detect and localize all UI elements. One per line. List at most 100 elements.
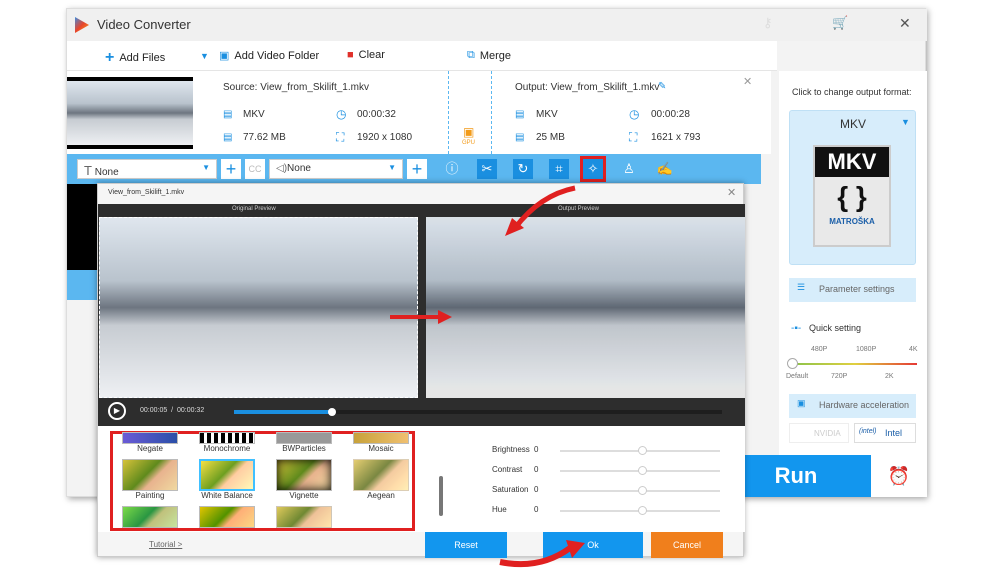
effects-icon[interactable]: ✧	[580, 156, 606, 182]
playback-bar: ▶ 00:00:05 / 00:00:32	[98, 398, 745, 426]
source-size: 77.62 MB	[243, 132, 286, 143]
cut-icon[interactable]: ✂	[477, 159, 497, 179]
effect-white-balance[interactable]: White Balance	[199, 459, 255, 500]
resolution-icon: ⛶	[629, 130, 638, 144]
original-preview[interactable]	[99, 217, 418, 398]
quality-480p: 480P	[811, 346, 828, 353]
effect-aegean[interactable]: Aegean	[353, 459, 409, 500]
audio-value: None	[287, 163, 311, 174]
add-folder-button[interactable]: ▣ Add Video Folder	[219, 49, 319, 63]
play-button[interactable]: ▶	[108, 402, 126, 420]
intel-option[interactable]: (intel) Intel	[854, 423, 916, 443]
effect-thumbnail[interactable]	[199, 506, 255, 528]
add-files-label: Add Files	[119, 52, 166, 64]
saturation-value: 0	[534, 485, 539, 494]
output-panel: Click to change output format: MKV ▼ MKV…	[779, 71, 927, 455]
info-icon[interactable]: ⓘ	[442, 159, 462, 179]
clear-button[interactable]: ■ Clear	[347, 49, 385, 61]
resolution-icon: ⛶	[336, 130, 345, 144]
hue-slider[interactable]	[560, 506, 720, 515]
audio-select[interactable]: ◁)None ▼	[269, 159, 403, 179]
metadata-icon[interactable]: ✍	[655, 159, 675, 179]
quality-720p: 720P	[831, 373, 848, 380]
effect-mosaic[interactable]: Mosaic	[353, 432, 409, 453]
saturation-slider[interactable]	[560, 486, 720, 495]
chip-icon: ▣	[797, 398, 806, 408]
clear-label: Clear	[358, 49, 385, 61]
seek-handle[interactable]	[327, 408, 336, 416]
key-icon[interactable]: ⚷	[763, 15, 773, 31]
second-thumbnail	[67, 184, 98, 270]
video-thumbnail[interactable]	[67, 77, 193, 149]
edit-name-icon[interactable]: ✎	[658, 81, 666, 92]
add-files-button[interactable]: + Add Files	[105, 49, 165, 67]
effects-dialog: View_from_Skilift_1.mkv ✕ Original Previ…	[97, 183, 745, 558]
preview-area: Original Preview Output Preview	[98, 204, 745, 398]
saturation-label: Saturation	[492, 485, 529, 494]
hue-value: 0	[534, 505, 539, 514]
subtitle-value: None	[94, 167, 119, 178]
subtitle-select[interactable]: T None ▼	[77, 159, 217, 179]
quality-slider-handle[interactable]	[787, 358, 798, 369]
watermark-icon[interactable]: ♙	[619, 159, 639, 179]
gpu-label: GPU	[462, 140, 476, 146]
quality-slider[interactable]	[793, 363, 917, 365]
close-window-button[interactable]: ✕	[899, 15, 911, 32]
tutorial-link[interactable]: Tutorial >	[149, 540, 182, 549]
hw-label: Hardware acceleration	[819, 400, 910, 410]
brightness-slider[interactable]	[560, 446, 720, 455]
effect-thumbnail[interactable]	[122, 506, 178, 528]
rotate-icon[interactable]: ↻	[513, 159, 533, 179]
cc-button[interactable]: CC	[245, 159, 265, 179]
reset-button[interactable]: Reset	[425, 532, 507, 558]
parameter-settings-button[interactable]: ☰ Parameter settings	[789, 278, 916, 302]
remove-file-button[interactable]: ✕	[743, 75, 752, 88]
effect-monochrome[interactable]: Monochrome	[199, 432, 255, 453]
hue-label: Hue	[492, 505, 507, 514]
effect-thumbnail[interactable]	[276, 506, 332, 528]
effects-grid: Negate Monochrome BWParticles Mosaic Pai…	[110, 431, 415, 531]
quality-default: Default	[786, 373, 809, 380]
contrast-slider[interactable]	[560, 466, 720, 475]
merge-icon: ⧉	[467, 49, 475, 61]
format-hint: Click to change output format:	[792, 87, 912, 97]
effects-scrollbar[interactable]	[439, 476, 443, 516]
clock-icon: ◷	[629, 107, 640, 121]
effect-negate[interactable]: Negate	[122, 432, 178, 453]
source-name: Source: View_from_Skilift_1.mkv	[223, 82, 369, 93]
effect-bwparticles[interactable]: BWParticles	[276, 432, 332, 453]
add-files-dropdown-icon[interactable]: ▼	[200, 51, 209, 61]
cart-icon[interactable]: 🛒	[832, 15, 848, 31]
dialog-title: View_from_Skilift_1.mkv	[108, 189, 185, 196]
source-format: MKV	[243, 109, 265, 120]
app-title: Video Converter	[97, 17, 191, 32]
merge-button[interactable]: ⧉ Merge	[467, 49, 511, 62]
mkv-logo: MKV { } MATROŠKA	[813, 145, 891, 247]
quick-setting-label: Quick setting	[809, 323, 862, 333]
quick-setting-icon: -▪-	[791, 323, 802, 334]
output-preview	[426, 217, 745, 398]
crop-icon[interactable]: ⌗	[549, 159, 569, 179]
nvidia-option[interactable]: NVIDIA	[789, 423, 849, 443]
output-name: Output: View_from_Skilift_1.mkv	[515, 82, 660, 93]
effect-vignette[interactable]: Vignette	[276, 459, 332, 500]
playback-time: 00:00:05 / 00:00:32	[140, 407, 205, 414]
intel-label: Intel	[885, 428, 903, 438]
hardware-acceleration-toggle[interactable]: ▣ Hardware acceleration	[789, 394, 916, 418]
cancel-button[interactable]: Cancel	[651, 532, 723, 558]
title-bar: Video Converter ⚷ 🛒 ✕	[67, 9, 927, 41]
effect-painting[interactable]: Painting	[122, 459, 178, 500]
add-subtitle-button[interactable]: +	[221, 159, 241, 179]
quality-4k: 4K	[909, 346, 918, 353]
intel-logo-icon: (intel)	[859, 428, 877, 435]
app-logo-icon	[75, 17, 89, 33]
output-size: 25 MB	[536, 132, 565, 143]
source-duration: 00:00:32	[357, 109, 396, 120]
seek-bar[interactable]	[234, 410, 722, 414]
format-selector[interactable]: MKV ▼ MKV { } MATROŠKA	[789, 110, 916, 265]
dialog-close-button[interactable]: ✕	[727, 186, 736, 199]
add-audio-button[interactable]: +	[407, 159, 427, 179]
ok-button[interactable]: Ok	[543, 532, 643, 558]
alarm-clock-icon[interactable]: ⏰	[871, 455, 927, 497]
output-preview-label: Output Preview	[558, 206, 600, 212]
